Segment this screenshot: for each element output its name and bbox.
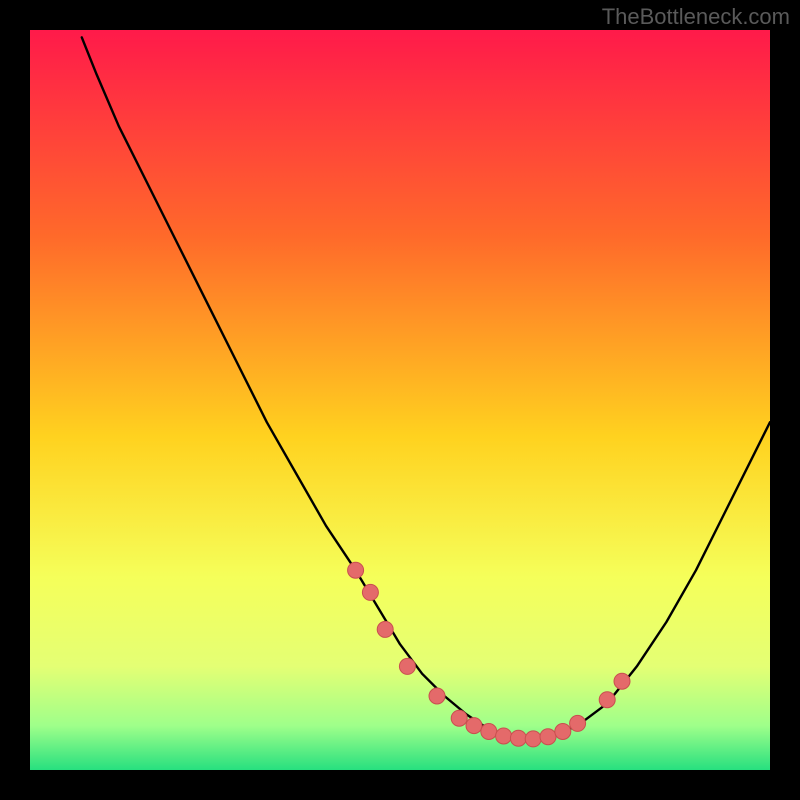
chart-frame: TheBottleneck.com [0,0,800,800]
marker-point [510,730,526,746]
marker-point [429,688,445,704]
marker-point [348,562,364,578]
marker-point [496,728,512,744]
marker-point [466,718,482,734]
marker-point [614,673,630,689]
marker-point [525,731,541,747]
marker-point [377,621,393,637]
marker-point [570,715,586,731]
plot-area [30,30,770,770]
marker-point [599,692,615,708]
marker-point [481,724,497,740]
marker-point [555,724,571,740]
marker-point [451,710,467,726]
marker-point [540,729,556,745]
marker-point [399,658,415,674]
chart-svg [30,30,770,770]
gradient-background [30,30,770,770]
marker-point [362,584,378,600]
watermark-text: TheBottleneck.com [602,4,790,30]
